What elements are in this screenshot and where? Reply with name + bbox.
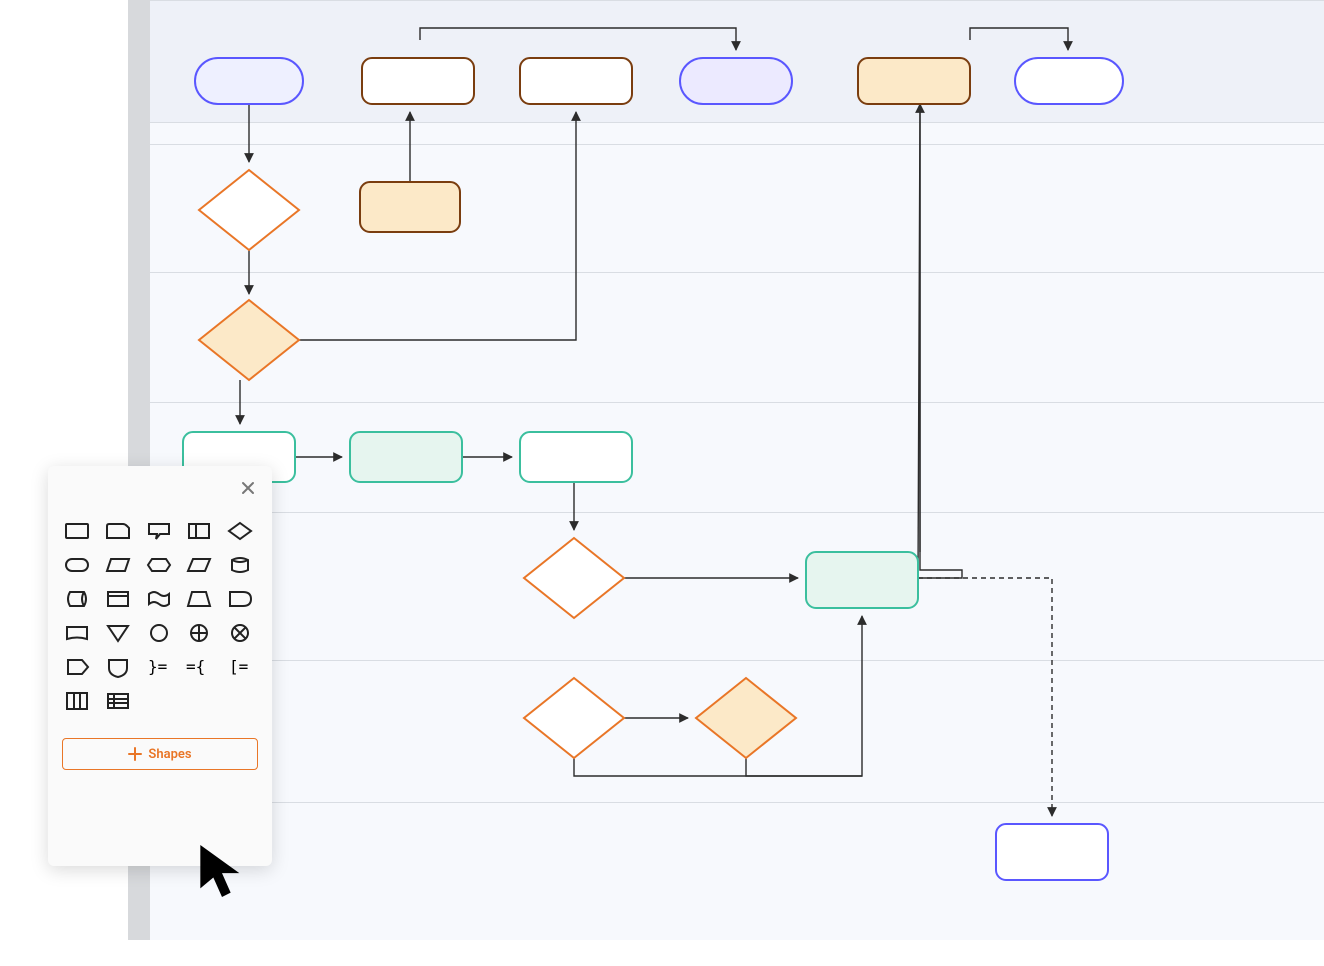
shape-column[interactable] <box>184 520 214 542</box>
shape-cylinder[interactable] <box>225 554 255 576</box>
shape-shield[interactable] <box>103 656 133 678</box>
shape-rect-tab[interactable] <box>103 520 133 542</box>
shape-curve-rect[interactable] <box>62 622 92 644</box>
shape-circle[interactable] <box>144 622 174 644</box>
edge[interactable] <box>420 28 736 50</box>
close-icon[interactable] <box>240 480 258 498</box>
node-d4[interactable] <box>524 678 624 758</box>
diagram-canvas[interactable] <box>150 0 1324 940</box>
node-end[interactable] <box>996 824 1108 880</box>
shapes-panel[interactable]: }= ={ [= Shapes <box>48 466 272 866</box>
svg-text:={: ={ <box>186 657 205 676</box>
edge[interactable] <box>918 104 962 578</box>
flowchart-svg[interactable] <box>150 0 1324 940</box>
shape-cylinder-h[interactable] <box>62 588 92 610</box>
shape-flag[interactable] <box>144 588 174 610</box>
shape-oval[interactable] <box>62 554 92 576</box>
shape-crossed-circle2[interactable] <box>225 622 255 644</box>
node-t1[interactable] <box>680 58 792 104</box>
shape-triangle-down[interactable] <box>103 622 133 644</box>
shape-parallelogram[interactable] <box>184 554 214 576</box>
node-p3[interactable] <box>858 58 970 104</box>
shape-grid: }= ={ [= <box>48 466 272 726</box>
plus-icon <box>128 747 142 761</box>
shape-brace-seq[interactable]: }= <box>144 656 174 678</box>
edge[interactable] <box>918 578 1052 816</box>
shape-bracket-seq[interactable]: [= <box>225 656 255 678</box>
node-d5[interactable] <box>696 678 796 758</box>
node-g3[interactable] <box>520 432 632 482</box>
node-t2[interactable] <box>1015 58 1123 104</box>
shape-frame[interactable] <box>103 588 133 610</box>
viewport: }= ={ [= Shapes <box>0 0 1324 966</box>
shape-rect[interactable] <box>62 520 92 542</box>
node-d3[interactable] <box>524 538 624 618</box>
node-g2[interactable] <box>350 432 462 482</box>
edge[interactable] <box>574 758 862 776</box>
svg-text:}=: }= <box>148 657 167 676</box>
shapes-button-label: Shapes <box>148 747 191 762</box>
shape-dshape[interactable] <box>225 588 255 610</box>
shape-crossed-circle[interactable] <box>184 622 214 644</box>
shape-trapezoid[interactable] <box>103 554 133 576</box>
node-d1[interactable] <box>199 170 299 250</box>
shape-brace-open[interactable]: ={ <box>184 656 214 678</box>
add-shapes-button[interactable]: Shapes <box>62 738 258 770</box>
shape-pentagon[interactable] <box>62 656 92 678</box>
shape-trapezoid2[interactable] <box>184 588 214 610</box>
node-g4[interactable] <box>806 552 918 608</box>
cursor-icon <box>196 840 248 902</box>
svg-text:[=: [= <box>229 657 248 676</box>
shape-table-row[interactable] <box>103 690 133 712</box>
edge[interactable] <box>970 28 1068 50</box>
node-p1[interactable] <box>362 58 474 104</box>
node-p4[interactable] <box>360 182 460 232</box>
shape-diamond[interactable] <box>225 520 255 542</box>
node-p2[interactable] <box>520 58 632 104</box>
shape-table-col[interactable] <box>62 690 92 712</box>
shape-hexagon[interactable] <box>144 554 174 576</box>
node-d2[interactable] <box>199 300 299 380</box>
node-start[interactable] <box>195 58 303 104</box>
shape-callout[interactable] <box>144 520 174 542</box>
